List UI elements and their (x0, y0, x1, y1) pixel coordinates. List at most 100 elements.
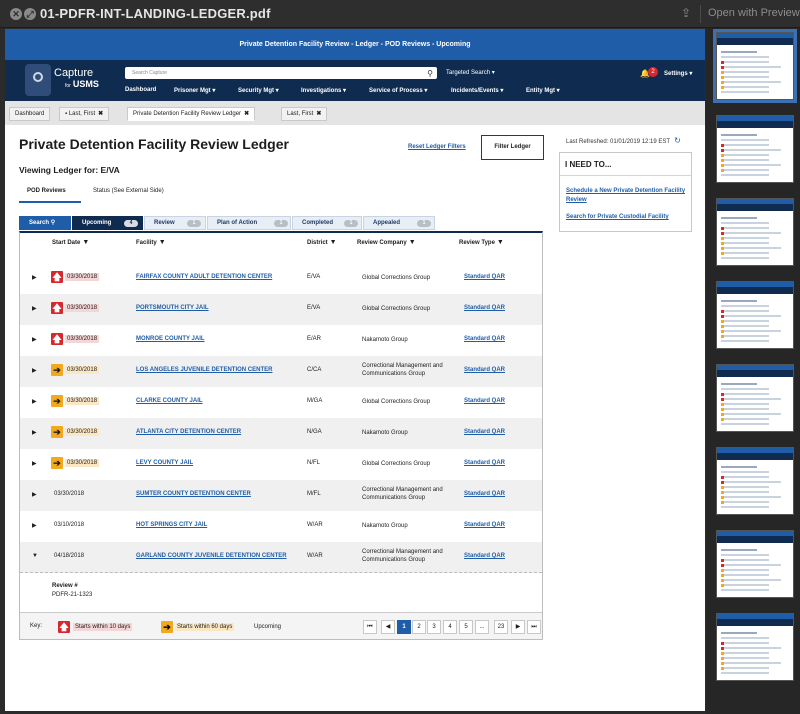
usms-logo-icon[interactable] (25, 64, 51, 96)
refresh-icon[interactable]: ↻ (674, 136, 681, 145)
review-type-link[interactable]: Standard QAR (464, 553, 505, 559)
table-row[interactable]: ▶ 03/10/2018 HOT SPRINGS CITY JAIL W/AR Naka… (20, 511, 542, 542)
review-type-link[interactable]: Standard QAR (464, 460, 505, 466)
close-tab-icon[interactable]: ✖ (98, 111, 103, 117)
expand-icon[interactable]: ▶ (32, 336, 37, 343)
expand-icon[interactable]: ▶ (32, 522, 37, 529)
page-thumbnail[interactable] (716, 198, 794, 266)
collapse-icon[interactable]: ▼ (32, 553, 38, 559)
facility-link[interactable]: LEVY COUNTY JAIL (136, 460, 193, 466)
open-with-preview-button[interactable]: Open with Preview (708, 7, 800, 19)
table-row[interactable]: ▶ 🡅 03/30/2018 FAIRFAX COUNTY ADULT DETENTI… (20, 263, 542, 294)
search-icon[interactable]: ⚲ (427, 68, 433, 80)
close-tab-icon[interactable]: ✖ (244, 111, 249, 117)
menu-service-of-process[interactable]: Service of Process ▾ (369, 87, 427, 94)
table-row[interactable]: ▼ 04/18/2018 GARLAND COUNTY JUVENILE DETEN… (20, 542, 542, 573)
facility-link[interactable]: ATLANTA CITY DETENTION CENTER (136, 429, 241, 435)
subtab-pod-reviews[interactable]: POD Reviews (27, 188, 66, 194)
column-start-date[interactable]: Start Date ▼ (52, 239, 89, 246)
review-type-link[interactable]: Standard QAR (464, 522, 505, 528)
settings-menu[interactable]: Settings ▾ (664, 70, 692, 77)
facility-link[interactable]: PORTSMOUTH CITY JAIL (136, 305, 209, 311)
filter-icon[interactable]: ▼ (497, 239, 504, 246)
expand-icon[interactable]: ▶ (32, 491, 37, 498)
page-thumbnail[interactable] (713, 29, 797, 103)
table-row[interactable]: ▶ ➔ 03/30/2018 LEVY COUNTY JAIL N/FL Global C… (20, 449, 542, 480)
facility-link[interactable]: HOT SPRINGS CITY JAIL (136, 522, 207, 528)
fullscreen-icon[interactable]: ⤢ (24, 8, 36, 20)
review-type-link[interactable]: Standard QAR (464, 336, 505, 342)
menu-prisoner-mgt[interactable]: Prisoner Mgt ▾ (174, 87, 215, 94)
close-icon[interactable]: ✕ (10, 8, 22, 20)
expand-icon[interactable]: ▶ (32, 305, 37, 312)
filter-icon[interactable]: ▼ (159, 239, 166, 246)
table-row[interactable]: ▶ ➔ 03/30/2018 CLARKE COUNTY JAIL M/GA Global… (20, 387, 542, 418)
column-district[interactable]: District ▼ (307, 239, 337, 246)
menu-dashboard[interactable]: Dashboard (125, 87, 156, 93)
search-input[interactable]: Search Capture ⚲ (125, 67, 437, 79)
page-button[interactable]: 3 (427, 620, 441, 634)
expand-icon[interactable]: ▶ (32, 429, 37, 436)
expand-icon[interactable]: ▶ (32, 274, 37, 281)
column-review-type[interactable]: Review Type ▼ (459, 239, 504, 246)
review-type-link[interactable]: Standard QAR (464, 491, 505, 497)
expand-icon[interactable]: ▶ (32, 367, 37, 374)
table-row[interactable]: ▶ 🡅 03/30/2018 PORTSMOUTH CITY JAIL E/VA Glob… (20, 294, 542, 325)
tab-search[interactable]: Search ⚲ (19, 216, 71, 230)
facility-link[interactable]: GARLAND COUNTY JUVENILE DETENTION CENTER (136, 553, 287, 559)
table-row[interactable]: ▶ ➔ 03/30/2018 ATLANTA CITY DETENTION CENTE… (20, 418, 542, 449)
table-row[interactable]: ▶ ➔ 03/30/2018 LOS ANGELES JUVENILE DETENTI… (20, 356, 542, 387)
search-custodial-facility-link[interactable]: Search for Private Custodial Facility (566, 213, 686, 222)
tab-completed[interactable]: Completed 1 (292, 216, 362, 230)
review-type-link[interactable]: Standard QAR (464, 305, 505, 311)
schedule-review-link[interactable]: Schedule a New Private Detention Facilit… (566, 187, 686, 205)
menu-investigations[interactable]: Investigations ▾ (301, 87, 346, 94)
page-button[interactable]: ▶ (511, 620, 525, 634)
page-thumbnail[interactable] (716, 115, 794, 183)
review-type-link[interactable]: Standard QAR (464, 274, 505, 280)
column-facility[interactable]: Facility ▼ (136, 239, 166, 246)
filter-ledger-button[interactable]: Filter Ledger (481, 135, 544, 160)
filter-icon[interactable]: ▼ (409, 239, 416, 246)
page-thumbnail[interactable] (716, 447, 794, 515)
tab-plan-of-action[interactable]: Plan of Action 1 (207, 216, 291, 230)
page-button[interactable]: 23 (494, 620, 508, 634)
facility-link[interactable]: SUMTER COUNTY DETENTION CENTER (136, 491, 251, 497)
tab-last-first-2[interactable]: Last, First ✖ (281, 107, 328, 121)
tab-pdfr-ledger[interactable]: Private Detention Facility Review Ledger… (127, 107, 256, 121)
review-type-link[interactable]: Standard QAR (464, 429, 505, 435)
facility-link[interactable]: LOS ANGELES JUVENILE DETENTION CENTER (136, 367, 272, 373)
share-icon[interactable]: ⇪ (681, 6, 693, 20)
page-thumbnail[interactable] (716, 530, 794, 598)
page-button[interactable]: 4 (443, 620, 457, 634)
tab-dashboard[interactable]: Dashboard (9, 107, 51, 121)
tab-review[interactable]: Review 1 (144, 216, 206, 230)
facility-link[interactable]: CLARKE COUNTY JAIL (136, 398, 203, 404)
tab-upcoming[interactable]: Upcoming 4 (72, 216, 143, 230)
page-button[interactable]: 1 (397, 620, 411, 634)
subtab-status[interactable]: Status (See External Side) (93, 188, 164, 194)
menu-entity-mgt[interactable]: Entity Mgt ▾ (526, 87, 560, 94)
table-row[interactable]: ▶ 03/30/2018 SUMTER COUNTY DETENTION CENTE… (20, 480, 542, 511)
filter-icon[interactable]: ▼ (82, 239, 89, 246)
page-button[interactable]: ⏮ (363, 620, 377, 634)
close-tab-icon[interactable]: ✖ (316, 111, 321, 117)
page-thumbnail[interactable] (716, 281, 794, 349)
targeted-search-dropdown[interactable]: Targeted Search ▾ (446, 69, 495, 76)
review-type-link[interactable]: Standard QAR (464, 367, 505, 373)
filter-icon[interactable]: ▼ (330, 239, 337, 246)
page-button[interactable]: 5 (459, 620, 473, 634)
menu-incidents-events[interactable]: Incidents/Events ▾ (451, 87, 503, 94)
reset-filters-link[interactable]: Reset Ledger Filters (408, 144, 466, 150)
facility-link[interactable]: FAIRFAX COUNTY ADULT DETENTION CENTER (136, 274, 272, 280)
expand-icon[interactable]: ▶ (32, 398, 37, 405)
review-type-link[interactable]: Standard QAR (464, 398, 505, 404)
column-review-company[interactable]: Review Company ▼ (357, 239, 416, 246)
page-button[interactable]: 2 (412, 620, 426, 634)
table-row[interactable]: ▶ 🡅 03/30/2018 MONROE COUNTY JAIL E/AR Nakamo… (20, 325, 542, 356)
menu-security-mgt[interactable]: Security Mgt ▾ (238, 87, 279, 94)
facility-link[interactable]: MONROE COUNTY JAIL (136, 336, 205, 342)
tab-appealed[interactable]: Appealed 1 (363, 216, 435, 230)
page-thumbnail[interactable] (716, 364, 794, 432)
page-thumbnail[interactable] (716, 613, 794, 681)
